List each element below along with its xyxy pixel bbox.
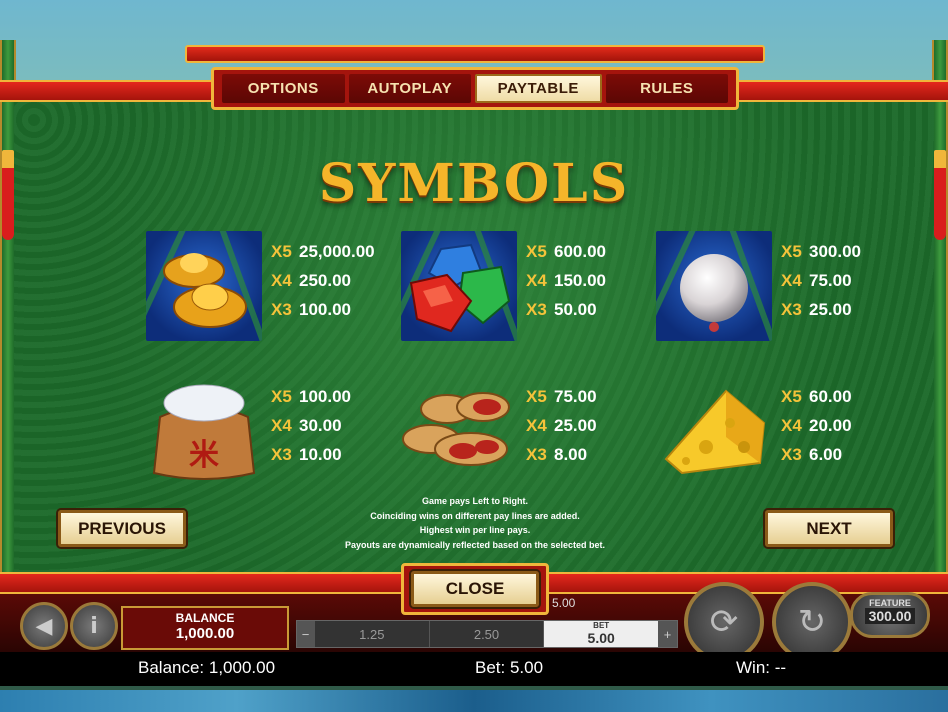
multiplier-label: X5 [526, 387, 547, 406]
sound-button[interactable]: ◀ [20, 602, 68, 650]
tab-rules[interactable]: RULES [605, 74, 728, 103]
feature-label: FEATURE [869, 598, 911, 608]
multiplier-label: X4 [526, 271, 547, 290]
balance-value: 1,000.00 [175, 625, 235, 642]
payout-value: 600.00 [554, 242, 606, 261]
svg-text:米: 米 [189, 438, 219, 473]
payout-value: 25.00 [554, 416, 597, 435]
payout-value: 75.00 [809, 271, 852, 290]
multiplier-label: X4 [781, 416, 802, 435]
balance-label: BALANCE [175, 611, 235, 625]
payout-value: 100.00 [299, 387, 351, 406]
info-line: Payouts are dynamically reflected based … [344, 539, 606, 550]
cheese-icon [664, 389, 766, 475]
paytable-info: Game pays Left to Right. Coinciding wins… [300, 494, 650, 552]
multiplier-label: X5 [781, 387, 802, 406]
pearl-icon [680, 254, 748, 332]
multiplier-label: X5 [781, 242, 802, 261]
payout-value: 75.00 [554, 387, 597, 406]
status-bet: Bet: 5.00 [475, 658, 544, 677]
payout-list: X5 75.00 X4 25.00 X3 8.00 [526, 387, 656, 474]
bet-option[interactable]: 2.50 [430, 621, 545, 647]
close-button[interactable]: CLOSE [411, 571, 539, 607]
multiplier-label: X4 [781, 271, 802, 290]
right-pillar [932, 40, 948, 600]
previous-button[interactable]: PREVIOUS [58, 510, 186, 547]
spin-icon: ⟳ [709, 602, 739, 642]
feature-buy-button[interactable]: FEATURE 300.00 [850, 592, 930, 638]
bet-increase-button[interactable]: + [659, 621, 678, 647]
spin-button[interactable]: ⟳ [684, 582, 764, 662]
symbol-pearl [656, 231, 772, 341]
bet-value-top: 5.00 [552, 596, 576, 610]
payout-value: 30.00 [299, 416, 342, 435]
tab-autoplay[interactable]: AUTOPLAY [348, 74, 471, 103]
peanuts-icon [402, 392, 510, 466]
symbol-peanuts [401, 377, 517, 487]
multiplier-label: X3 [781, 445, 802, 464]
multiplier-label: X4 [526, 416, 547, 435]
multiplier-label: X3 [271, 300, 292, 319]
bet-option[interactable]: 1.25 [315, 621, 430, 647]
info-line: Coinciding wins on different pay lines a… [370, 510, 580, 521]
payout-value: 8.00 [554, 445, 588, 464]
payout-list: X5 100.00 X4 30.00 X3 10.00 [271, 387, 401, 474]
tab-bar-roof [185, 45, 765, 63]
status-win: Win: -- [736, 658, 787, 677]
symbol-gems [401, 231, 517, 341]
tab-bar: OPTIONS AUTOPLAY PAYTABLE RULES [211, 67, 739, 110]
payout-value: 100.00 [299, 300, 351, 319]
tab-paytable[interactable]: PAYTABLE [475, 74, 602, 103]
payout-value: 25.00 [809, 300, 852, 319]
balance-display: BALANCE 1,000.00 [121, 606, 289, 650]
bet-option-selected[interactable]: BET 5.00 [544, 621, 660, 647]
status-bar: Balance: 1,000.00 Bet: 5.00 Win: -- [0, 652, 948, 686]
info-line: Highest win per line pays. [419, 525, 531, 535]
page-title: SYMBOLS [318, 153, 630, 214]
feature-value: 300.00 [864, 608, 916, 624]
symbol-gold-ingot [146, 231, 262, 341]
next-button[interactable]: NEXT [765, 510, 893, 547]
tab-options[interactable]: OPTIONS [222, 74, 345, 103]
symbol-cheese [656, 377, 772, 487]
payout-value: 25,000.00 [299, 242, 375, 261]
info-line: Game pays Left to Right. [421, 496, 528, 506]
multiplier-label: X3 [781, 300, 802, 319]
autoplay-button[interactable]: ↻ [772, 582, 852, 662]
speaker-icon: ◀ [35, 613, 53, 639]
multiplier-label: X3 [526, 445, 547, 464]
gems-icon [409, 243, 511, 333]
payout-list: X5 25,000.00 X4 250.00 X3 100.00 [271, 242, 401, 329]
payout-value: 20.00 [809, 416, 852, 435]
payout-value: 250.00 [299, 271, 351, 290]
info-button[interactable]: i [70, 602, 118, 650]
payout-list: X5 600.00 X4 150.00 X3 50.00 [526, 242, 656, 329]
payout-list: X5 60.00 X4 20.00 X3 6.00 [781, 387, 911, 474]
multiplier-label: X5 [526, 242, 547, 261]
bet-label: BET [593, 621, 610, 630]
payout-list: X5 300.00 X4 75.00 X3 25.00 [781, 242, 911, 329]
multiplier-label: X5 [271, 387, 292, 406]
status-balance: Balance: 1,000.00 [138, 658, 276, 677]
multiplier-label: X5 [271, 242, 292, 261]
game-background-strip [0, 690, 948, 712]
info-icon: i [90, 613, 98, 639]
payout-value: 6.00 [809, 445, 843, 464]
payout-value: 10.00 [299, 445, 342, 464]
multiplier-label: X4 [271, 416, 292, 435]
autoplay-icon: ↻ [797, 602, 827, 642]
multiplier-label: X3 [526, 300, 547, 319]
bet-value: 5.00 [587, 630, 615, 646]
bet-decrease-button[interactable]: − [297, 621, 315, 647]
rice-sack-icon: 米 [152, 384, 256, 480]
symbol-rice-sack: 米 [146, 377, 262, 487]
payout-value: 60.00 [809, 387, 852, 406]
payout-value: 300.00 [809, 242, 861, 261]
payout-value: 150.00 [554, 271, 606, 290]
multiplier-label: X4 [271, 271, 292, 290]
gold-ingot-icon [163, 253, 247, 328]
bet-selector: − 1.25 2.50 BET 5.00 + [296, 620, 678, 648]
payout-value: 50.00 [554, 300, 597, 319]
multiplier-label: X3 [271, 445, 292, 464]
